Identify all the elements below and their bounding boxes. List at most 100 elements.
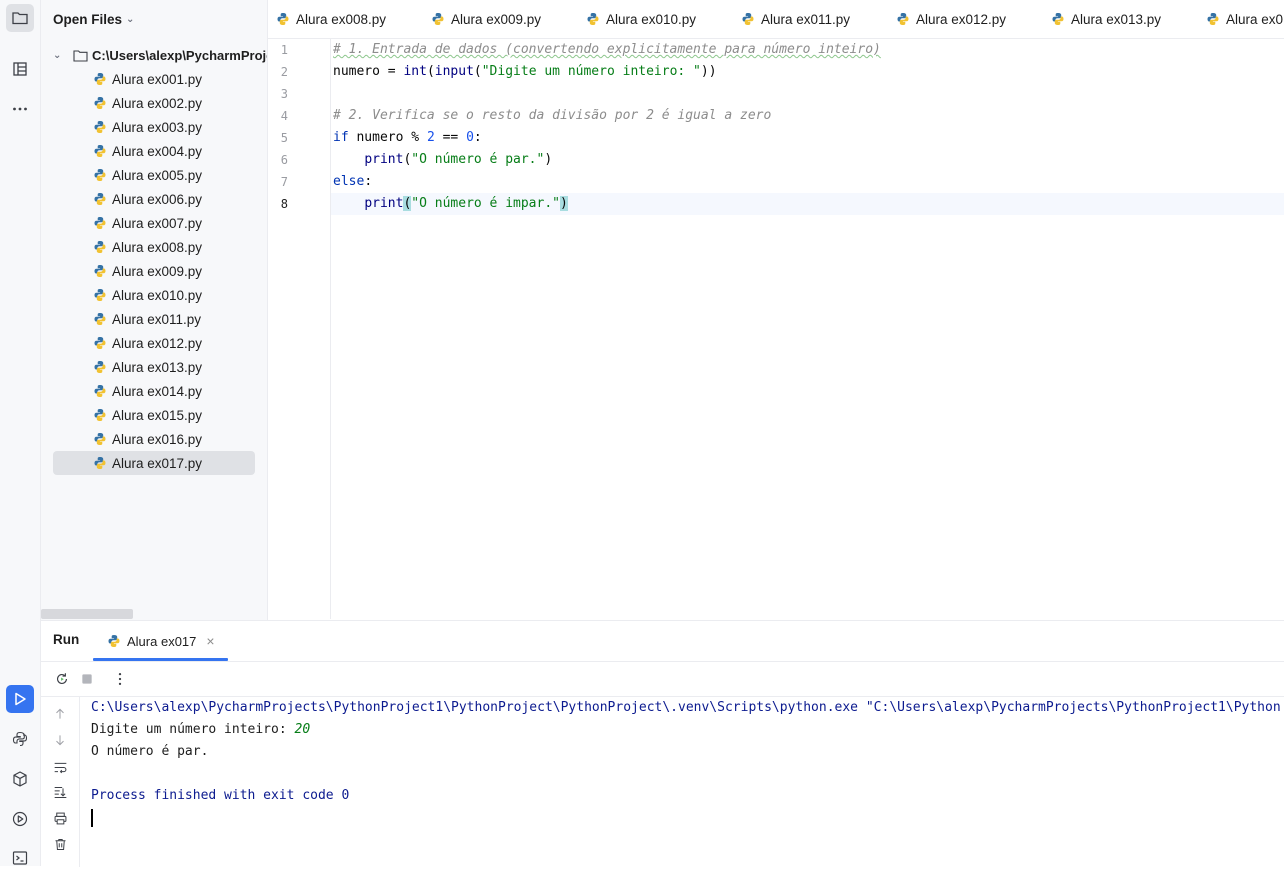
file-name: Alura ex016.py <box>112 431 203 447</box>
editor-tab[interactable]: Alura ex009.py <box>431 0 541 38</box>
chevron-down-icon: ⌄ <box>126 13 135 25</box>
file-name: Alura ex007.py <box>112 215 203 231</box>
python-file-icon <box>94 337 106 349</box>
line-number: 2 <box>280 65 288 79</box>
project-file-item[interactable]: Alura ex014.py <box>53 379 255 403</box>
more-tools-icon[interactable] <box>6 95 34 123</box>
arrow-up-icon[interactable] <box>51 705 69 723</box>
file-name: Alura ex005.py <box>112 167 203 183</box>
project-view-selector[interactable]: Open Files ⌄ <box>53 10 134 28</box>
print-icon[interactable] <box>51 809 69 827</box>
project-file-item[interactable]: Alura ex005.py <box>53 163 255 187</box>
chevron-down-icon[interactable]: ⌄ <box>53 50 67 61</box>
rerun-icon[interactable] <box>53 670 71 688</box>
run-tool-icon[interactable] <box>6 685 34 713</box>
folder-icon <box>73 49 88 62</box>
console-exit-line: Process finished with exit code 0 <box>91 788 350 803</box>
project-root-path: C:\Users\alexp\PycharmProjects\PythonPro… <box>92 47 267 63</box>
project-file-item[interactable]: Alura ex009.py <box>53 259 255 283</box>
close-icon[interactable]: × <box>206 633 214 649</box>
builtin-token: input <box>434 64 474 79</box>
python-file-icon <box>94 193 106 205</box>
project-file-item[interactable]: Alura ex013.py <box>53 355 255 379</box>
project-root-node[interactable]: ⌄ C:\Users\alexp\PycharmProjects\PythonP… <box>53 44 267 66</box>
python-file-icon <box>277 13 289 25</box>
line-number: 8 <box>280 197 288 211</box>
tab-label: Alura ex013.py <box>1071 11 1162 27</box>
code-line-8: print("O número é impar.") <box>333 193 568 215</box>
code-token: numero % <box>348 130 427 145</box>
tab-label: Alura ex011.py <box>761 11 851 27</box>
project-file-item[interactable]: Alura ex011.py <box>53 307 255 331</box>
editor-tab[interactable]: Alura ex012.py <box>896 0 1006 38</box>
file-name: Alura ex010.py <box>112 287 203 303</box>
python-file-icon <box>1052 13 1064 25</box>
arrow-down-icon[interactable] <box>51 731 69 749</box>
console-caret <box>91 809 93 827</box>
python-file-icon <box>94 121 106 133</box>
python-file-icon <box>94 289 106 301</box>
code-line-5: if numero % 2 == 0: <box>333 127 482 149</box>
comment: # 1. Entrada de dados (convertendo expli… <box>333 42 881 57</box>
file-name: Alura ex001.py <box>112 71 203 87</box>
python-file-icon <box>432 13 444 25</box>
python-packages-icon[interactable] <box>6 765 34 793</box>
soft-wrap-icon[interactable] <box>51 758 69 776</box>
number-token: 2 <box>426 130 435 145</box>
project-file-item[interactable]: Alura ex001.py <box>53 67 255 91</box>
project-file-item[interactable]: Alura ex007.py <box>53 211 255 235</box>
run-config-tab[interactable]: Alura ex017 × <box>105 621 215 661</box>
file-name: Alura ex012.py <box>112 335 203 351</box>
editor-tab[interactable]: Alura ex011.py <box>741 0 850 38</box>
python-file-icon <box>94 145 106 157</box>
editor-tab[interactable]: Alura ex014.py <box>1206 0 1284 38</box>
python-file-icon <box>587 13 599 25</box>
console-output[interactable]: C:\Users\alexp\PycharmProjects\PythonPro… <box>91 697 1281 867</box>
python-file-icon <box>1207 13 1219 25</box>
project-file-item[interactable]: Alura ex006.py <box>53 187 255 211</box>
file-name: Alura ex011.py <box>112 311 202 327</box>
project-file-item[interactable]: Alura ex002.py <box>53 91 255 115</box>
project-horizontal-scrollbar[interactable] <box>41 609 133 619</box>
project-folder-icon[interactable] <box>6 4 34 32</box>
stop-icon[interactable] <box>78 670 96 688</box>
tab-label: Alura ex012.py <box>916 11 1007 27</box>
string-token: "O número é par." <box>411 152 545 167</box>
terminal-icon[interactable] <box>6 844 34 872</box>
matched-bracket: ) <box>560 196 568 211</box>
python-file-icon <box>94 385 106 397</box>
structure-icon[interactable] <box>6 55 34 83</box>
project-file-item[interactable]: Alura ex008.py <box>53 235 255 259</box>
editor-tab[interactable]: Alura ex013.py <box>1051 0 1161 38</box>
number-token: 0 <box>466 130 474 145</box>
project-file-item[interactable]: Alura ex003.py <box>53 115 255 139</box>
more-options-icon[interactable] <box>111 670 129 688</box>
console-prompt: Digite um número inteiro: <box>91 722 295 737</box>
scroll-to-end-icon[interactable] <box>51 783 69 801</box>
python-file-icon <box>94 313 106 325</box>
file-name: Alura ex015.py <box>112 407 203 423</box>
code-editor[interactable]: # 1. Entrada de dados (convertendo expli… <box>331 39 1284 619</box>
file-name: Alura ex013.py <box>112 359 203 375</box>
code-token: ) <box>544 152 553 167</box>
tab-label: Alura ex010.py <box>606 11 697 27</box>
project-file-item[interactable]: Alura ex015.py <box>53 403 255 427</box>
trash-icon[interactable] <box>51 835 69 853</box>
project-file-item[interactable]: Alura ex004.py <box>53 139 255 163</box>
project-file-item[interactable]: Alura ex016.py <box>53 427 255 451</box>
run-tool-window: Run Alura ex017 × C:\Users\alexp\Pycharm… <box>41 620 1284 867</box>
project-file-item[interactable]: Alura ex010.py <box>53 283 255 307</box>
line-number: 4 <box>280 109 288 123</box>
code-token: : <box>364 174 373 189</box>
file-name: Alura ex009.py <box>112 263 203 279</box>
code-line-1: # 1. Entrada de dados (convertendo expli… <box>333 39 881 61</box>
run-toolbar <box>41 662 1284 697</box>
project-file-item[interactable]: Alura ex012.py <box>53 331 255 355</box>
project-file-item[interactable]: Alura ex017.py <box>53 451 255 475</box>
python-console-icon[interactable] <box>6 725 34 753</box>
editor-tab[interactable]: Alura ex010.py <box>586 0 696 38</box>
builtin-token: print <box>364 196 404 211</box>
python-file-icon <box>94 217 106 229</box>
editor-tab[interactable]: Alura ex008.py <box>276 0 386 38</box>
services-icon[interactable] <box>6 805 34 833</box>
